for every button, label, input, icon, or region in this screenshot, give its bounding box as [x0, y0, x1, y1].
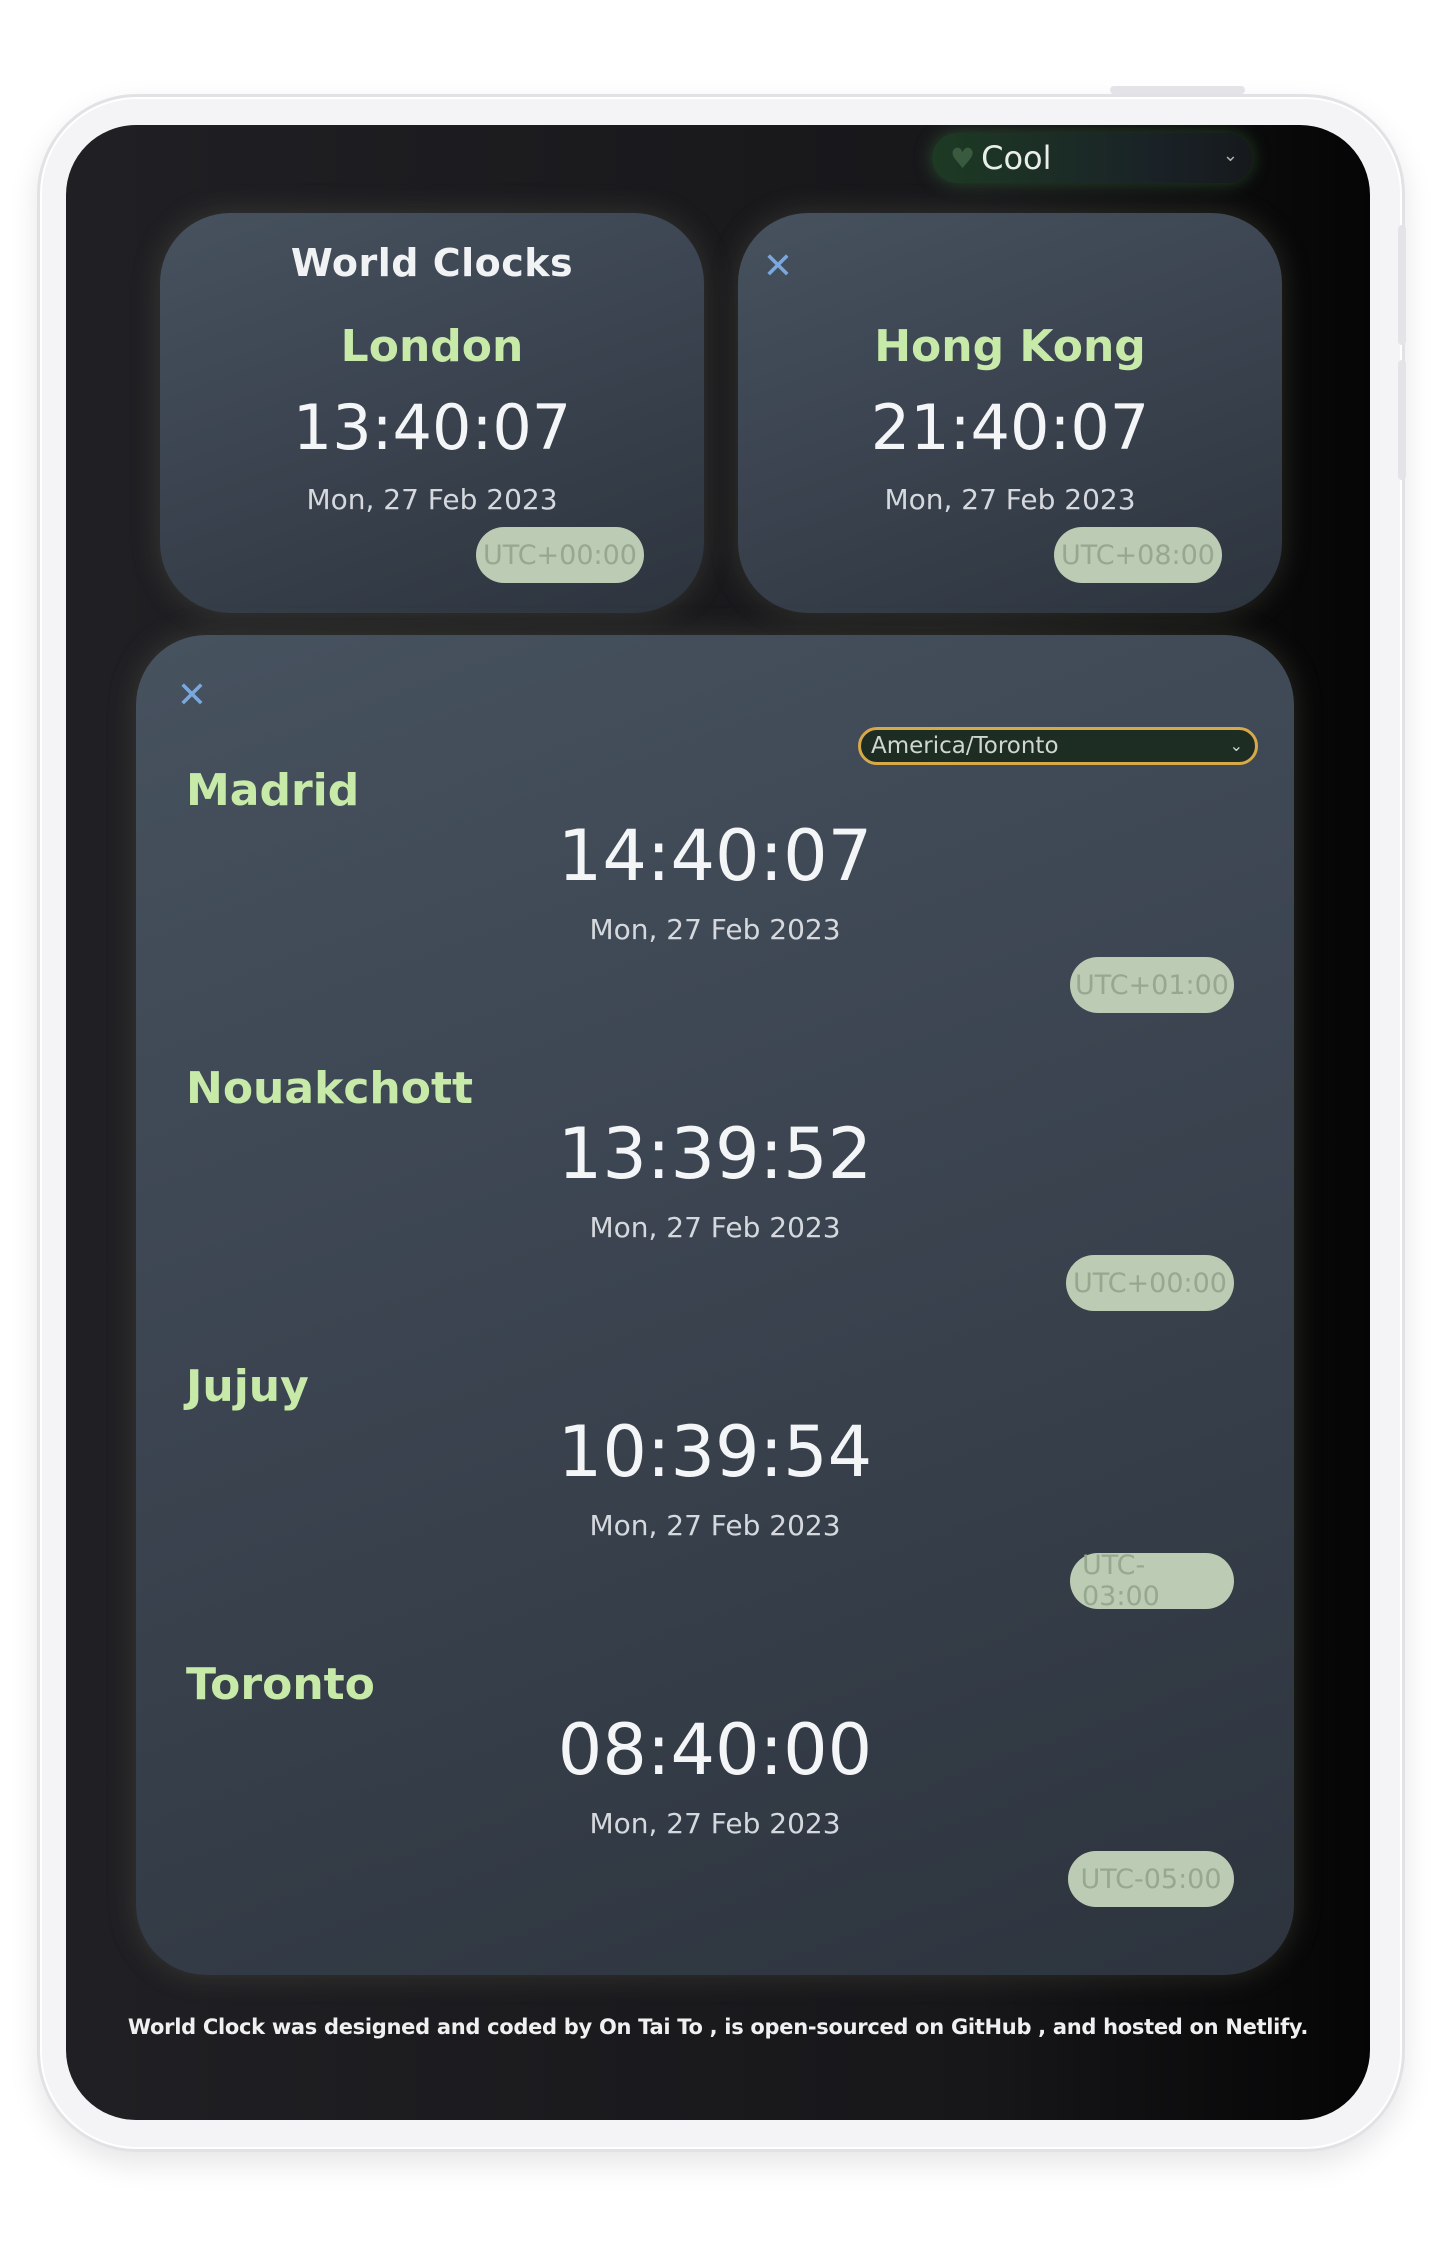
clock-time: 10:39:54 — [557, 1411, 873, 1493]
clock-card-hong-kong: ✕ Hong Kong 21:40:07 Mon, 27 Feb 2023 UT… — [738, 213, 1282, 613]
timezone-select[interactable]: America/Toronto ⌄ — [858, 727, 1258, 765]
clock-date: Mon, 27 Feb 2023 — [589, 913, 841, 946]
theme-select-value: Cool — [981, 139, 1052, 177]
utc-offset-badge: UTC+08:00 — [1054, 527, 1222, 583]
clock-date: Mon, 27 Feb 2023 — [589, 1211, 841, 1244]
power-button — [1110, 86, 1245, 94]
chevron-down-icon: ⌄ — [1229, 736, 1243, 755]
heart-icon: ♥ — [950, 141, 976, 175]
list-item: Nouakchott 13:39:52 Mon, 27 Feb 2023 UTC… — [136, 1063, 1294, 1363]
theme-select[interactable]: ♥ Cool ⌄ — [932, 133, 1252, 183]
list-item: Jujuy 10:39:54 Mon, 27 Feb 2023 UTC-03:0… — [136, 1361, 1294, 1661]
utc-offset-badge: UTC-05:00 — [1068, 1851, 1234, 1907]
chevron-down-icon: ⌄ — [1222, 145, 1238, 166]
clock-date: Mon, 27 Feb 2023 — [589, 1807, 841, 1840]
utc-offset-badge: UTC-03:00 — [1070, 1550, 1234, 1612]
utc-offset-badge: UTC+00:00 — [1066, 1255, 1234, 1311]
list-item: Toronto 08:40:00 Mon, 27 Feb 2023 UTC-05… — [136, 1659, 1294, 1959]
clock-time: 21:40:07 — [870, 391, 1150, 464]
clock-time: 13:40:07 — [292, 391, 572, 464]
clock-time: 14:40:07 — [557, 815, 873, 897]
city-name: Jujuy — [186, 1361, 309, 1412]
close-icon[interactable]: ✕ — [172, 678, 212, 718]
footer-credits: World Clock was designed and coded by On… — [127, 2015, 1309, 2039]
clock-time: 13:39:52 — [557, 1113, 873, 1195]
clock-date: Mon, 27 Feb 2023 — [884, 483, 1136, 516]
clock-time: 08:40:00 — [557, 1709, 873, 1791]
timezone-select-value: America/Toronto — [871, 733, 1059, 759]
city-name: London — [340, 321, 524, 372]
close-icon[interactable]: ✕ — [758, 249, 798, 289]
volume-button — [1398, 225, 1406, 345]
city-name: Toronto — [186, 1659, 375, 1710]
city-name: Madrid — [186, 765, 360, 816]
main-clock-card: World Clocks London 13:40:07 Mon, 27 Feb… — [160, 213, 704, 613]
clock-date: Mon, 27 Feb 2023 — [589, 1509, 841, 1542]
volume-button — [1398, 360, 1406, 480]
page-title: World Clocks — [290, 241, 574, 285]
app-screen: ♥ Cool ⌄ World Clocks London 13:40:07 Mo… — [66, 125, 1370, 2120]
timezone-list-card: ✕ America/Toronto ⌄ Madrid 14:40:07 Mon,… — [136, 635, 1294, 1975]
list-item: Madrid 14:40:07 Mon, 27 Feb 2023 UTC+01:… — [136, 765, 1294, 1065]
city-name: Nouakchott — [186, 1063, 474, 1114]
city-name: Hong Kong — [874, 321, 1146, 372]
utc-offset-badge: UTC+00:00 — [476, 527, 644, 583]
utc-offset-badge: UTC+01:00 — [1070, 957, 1234, 1013]
clock-date: Mon, 27 Feb 2023 — [306, 483, 558, 516]
